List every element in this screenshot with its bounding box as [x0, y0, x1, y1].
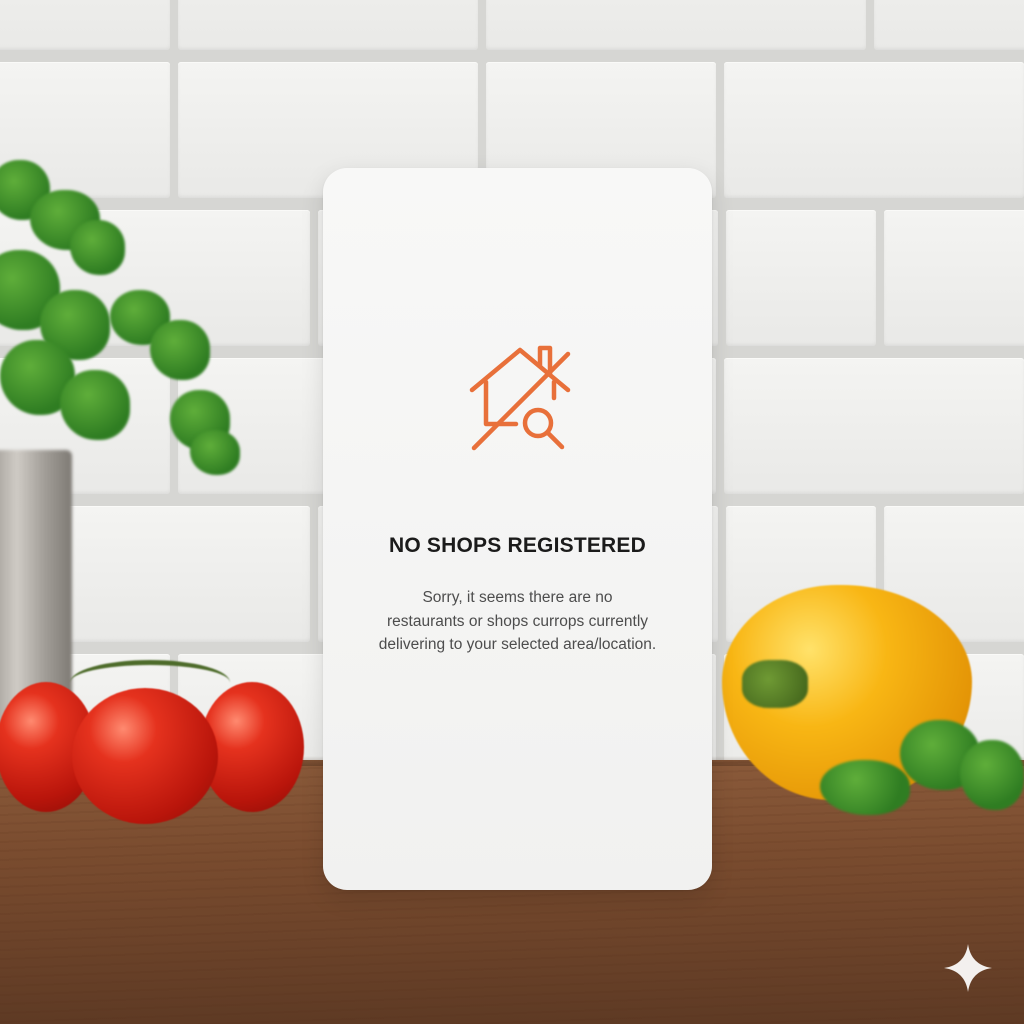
house-search-unavailable-icon [468, 342, 578, 452]
parsley-leaf [820, 760, 910, 815]
message-line: delivering to your selected area/locatio… [378, 636, 657, 653]
message-line: Sorry, it seems there are no [422, 589, 613, 606]
parsley-leaf [60, 370, 130, 440]
parsley-leaf [150, 320, 210, 380]
parsley-leaf [190, 430, 240, 475]
empty-state-card: NO SHOPS REGISTERED Sorry, it seems ther… [323, 168, 712, 890]
tomato [72, 688, 218, 824]
message-line: restaurants or shops currops currently [386, 612, 649, 630]
empty-state-message: Sorry, it seems there are no restaurants… [353, 586, 682, 657]
sparkle-icon [942, 942, 994, 994]
pepper-stem [742, 660, 808, 708]
parsley-leaf [70, 220, 125, 275]
empty-state-title: NO SHOPS REGISTERED [388, 534, 646, 557]
parsley-leaf [960, 740, 1024, 810]
